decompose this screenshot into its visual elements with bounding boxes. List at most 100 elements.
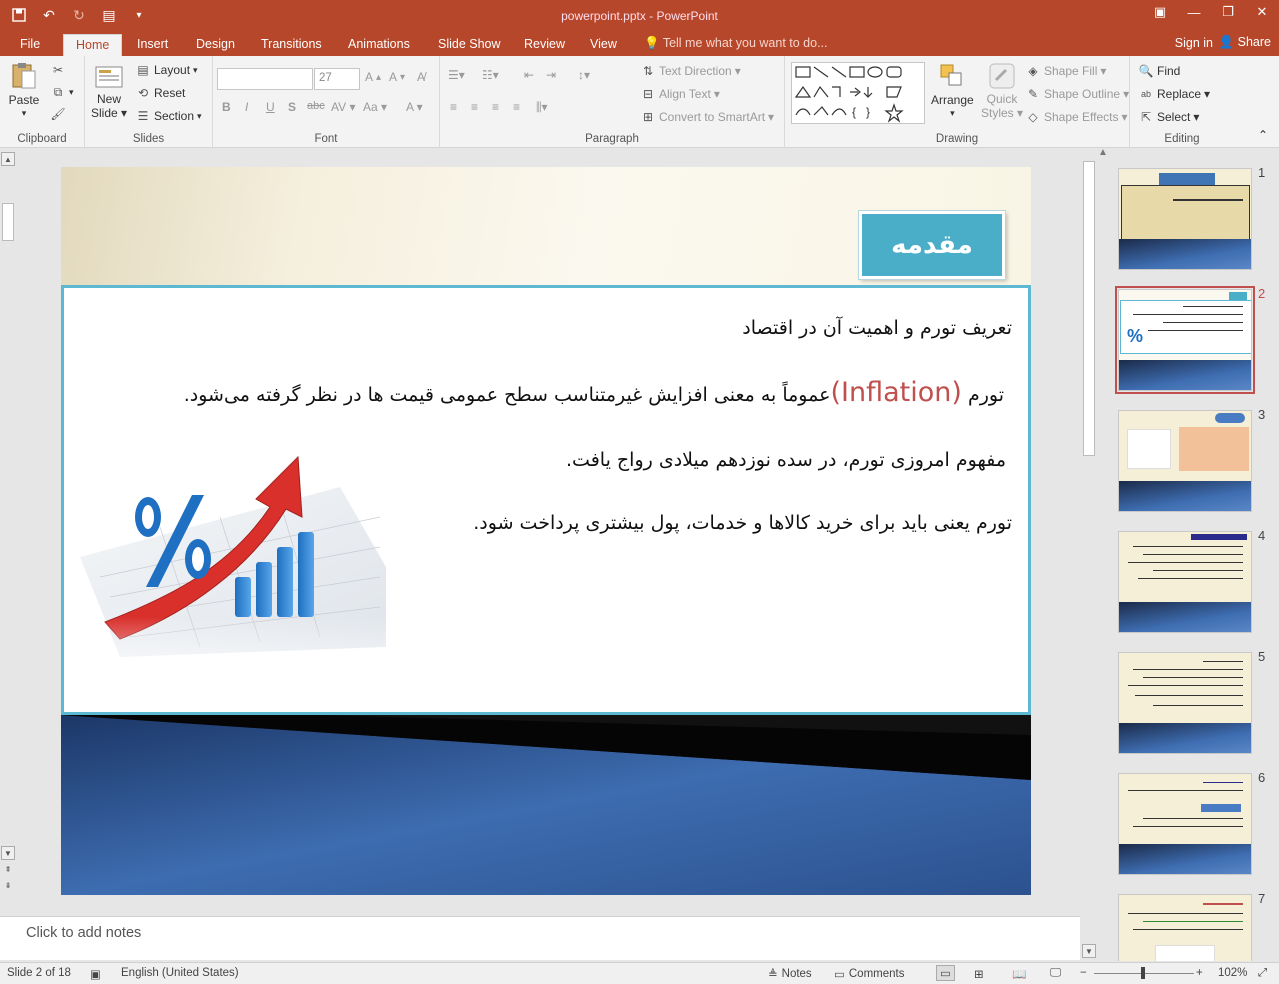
tab-view[interactable]: View [578, 34, 629, 56]
quick-styles-button[interactable]: Quick Styles ▾ [981, 60, 1023, 120]
notes-pane[interactable]: Click to add notes [0, 916, 1080, 960]
tab-animations[interactable]: Animations [336, 34, 422, 56]
normal-view-icon[interactable]: ▭ [936, 965, 955, 981]
tell-me-box[interactable]: 💡 Tell me what you want to do... [644, 36, 828, 51]
layout-button[interactable]: ▤ Layout ▾ [135, 62, 197, 78]
change-case-icon[interactable]: Aa ▾ [363, 100, 387, 114]
slide-canvas[interactable]: مقدمه تعریف تورم و اهمیت آن در اقتصاد تو… [61, 167, 1031, 895]
quick-styles-label: Quick [986, 92, 1018, 106]
shape-effects-button[interactable]: ◇ Shape Effects ▾ [1025, 109, 1127, 125]
cut-button[interactable]: ✂ [50, 62, 66, 78]
arrange-button[interactable]: Arrange ▾ [931, 60, 974, 119]
shrink-font-icon[interactable]: A ▾ [389, 70, 405, 84]
zoom-level[interactable]: 102% [1218, 967, 1247, 979]
close-button[interactable]: ✕ [1245, 0, 1279, 24]
language-indicator[interactable]: English (United States) [121, 967, 239, 979]
chevron-down-icon: ▾ [21, 108, 27, 118]
strikethrough-icon[interactable]: abc [307, 100, 325, 112]
left-scrollbar[interactable]: ▲ ▼ ⇞ ⇟ [0, 149, 16, 896]
pane-scroll-up-icon[interactable]: ▲ [1098, 149, 1108, 158]
font-group: 27 A ▴ A ▾ A̸ B I U S abc AV ▾ Aa ▾ A ▾ Fo… [213, 56, 440, 148]
clear-formatting-icon[interactable]: A̸ [417, 70, 425, 84]
shape-fill-button[interactable]: ◈ Shape Fill ▾ [1025, 63, 1106, 79]
reading-view-icon[interactable]: 📖 [1012, 967, 1026, 981]
minimize-button[interactable]: — [1177, 0, 1211, 24]
spelling-icon[interactable]: ▣ [90, 967, 101, 981]
zoom-out-icon[interactable]: − [1080, 967, 1087, 979]
tab-transitions[interactable]: Transitions [249, 34, 334, 56]
next-slide-icon[interactable]: ⇟ [1, 878, 15, 892]
collapse-ribbon-icon[interactable]: ⌃ [1258, 128, 1268, 142]
tab-insert[interactable]: Insert [125, 34, 180, 56]
scroll-down-icon[interactable]: ▼ [1082, 944, 1096, 958]
restore-button[interactable]: ❐ [1211, 0, 1245, 24]
slide-thumbnail-3[interactable] [1118, 410, 1252, 512]
line-spacing-icon[interactable]: ↕▾ [578, 68, 590, 82]
thumbnail-number: 7 [1258, 891, 1266, 906]
zoom-in-icon[interactable]: + [1196, 967, 1203, 979]
slide-thumbnail-5[interactable] [1118, 652, 1252, 754]
slide-title[interactable]: مقدمه [859, 211, 1005, 279]
tab-review[interactable]: Review [512, 34, 577, 56]
columns-icon[interactable]: ⫼▾ [536, 100, 548, 115]
font-color-icon[interactable]: A ▾ [406, 100, 423, 114]
zoom-slider[interactable] [1094, 967, 1194, 979]
fit-to-window-icon[interactable]: ⤢ [1258, 967, 1267, 980]
numbering-icon[interactable]: ☷▾ [482, 68, 499, 82]
sign-in-link[interactable]: Sign in [1175, 36, 1213, 50]
align-right-icon[interactable]: ≡ [492, 100, 499, 114]
tab-slide-show[interactable]: Slide Show [426, 34, 513, 56]
select-button[interactable]: ⇱ Select ▾ [1138, 109, 1199, 125]
replace-button[interactable]: ab Replace ▾ [1138, 86, 1210, 102]
ribbon-display-icon[interactable]: ▣ [1143, 0, 1177, 24]
font-name-combo[interactable] [217, 68, 313, 90]
slide-thumbnail-1[interactable] [1118, 168, 1252, 270]
slide-sorter-icon[interactable]: ⊞ [974, 967, 984, 981]
underline-icon[interactable]: U [266, 100, 275, 114]
shapes-gallery[interactable]: {} [791, 62, 925, 124]
copy-button[interactable]: ⧉ ▾ [50, 84, 74, 100]
decrease-indent-icon[interactable]: ⇤ [524, 68, 534, 82]
slide-scrollbar[interactable]: ▼ [1081, 149, 1097, 961]
find-button[interactable]: 🔍 Find [1138, 63, 1181, 79]
font-size-combo[interactable]: 27 [314, 68, 360, 90]
paragraph-group-label: Paragraph [585, 133, 639, 145]
align-text-button[interactable]: ⊟ Align Text ▾ [640, 86, 720, 102]
shadow-icon[interactable]: S [288, 100, 296, 114]
align-center-icon[interactable]: ≡ [471, 100, 478, 114]
slide-scroll-thumb[interactable] [1083, 161, 1095, 456]
new-slide-button[interactable]: New Slide ▾ [91, 60, 127, 120]
text-direction-button[interactable]: ⇅ Text Direction ▾ [640, 63, 741, 79]
share-button[interactable]: 👤 Share [1219, 35, 1271, 50]
slide-show-icon[interactable]: 🖵 [1050, 967, 1061, 980]
tab-file[interactable]: File [8, 34, 52, 56]
section-button[interactable]: ☰ Section ▾ [135, 108, 202, 124]
convert-smartart-button[interactable]: ⊞ Convert to SmartArt ▾ [640, 109, 774, 125]
comments-button[interactable]: ▭ Comments [834, 967, 904, 981]
justify-icon[interactable]: ≡ [513, 100, 520, 114]
previous-slide-icon[interactable]: ⇞ [1, 862, 15, 876]
grow-font-icon[interactable]: A ▴ [365, 70, 381, 84]
format-painter-button[interactable]: 🖌 [50, 106, 66, 122]
character-spacing-icon[interactable]: AV ▾ [331, 100, 355, 114]
bold-icon[interactable]: B [222, 100, 231, 114]
slide-thumbnail-6[interactable] [1118, 773, 1252, 875]
zoom-slider-thumb[interactable] [1141, 967, 1145, 979]
tab-home[interactable]: Home [63, 34, 123, 56]
italic-icon[interactable]: I [245, 100, 248, 114]
tab-design[interactable]: Design [184, 34, 247, 56]
reset-button[interactable]: ⟲ Reset [135, 85, 185, 101]
scroll-up-icon[interactable]: ▲ [1, 152, 15, 166]
slide-thumbnail-7[interactable] [1118, 894, 1252, 961]
left-scroll-thumb[interactable] [2, 203, 14, 241]
shape-outline-button[interactable]: ✎ Shape Outline ▾ [1025, 86, 1129, 102]
inflation-chart-image[interactable] [80, 447, 386, 697]
paste-button[interactable]: Paste ▾ [8, 60, 40, 119]
scroll-down-icon[interactable]: ▼ [1, 846, 15, 860]
slide-thumbnail-4[interactable] [1118, 531, 1252, 633]
align-left-icon[interactable]: ≡ [450, 100, 457, 114]
notes-button[interactable]: ≜ Notes [768, 967, 812, 981]
increase-indent-icon[interactable]: ⇥ [546, 68, 556, 82]
slide-thumbnail-2[interactable]: % [1115, 286, 1255, 394]
bullets-icon[interactable]: ☰▾ [448, 68, 465, 82]
